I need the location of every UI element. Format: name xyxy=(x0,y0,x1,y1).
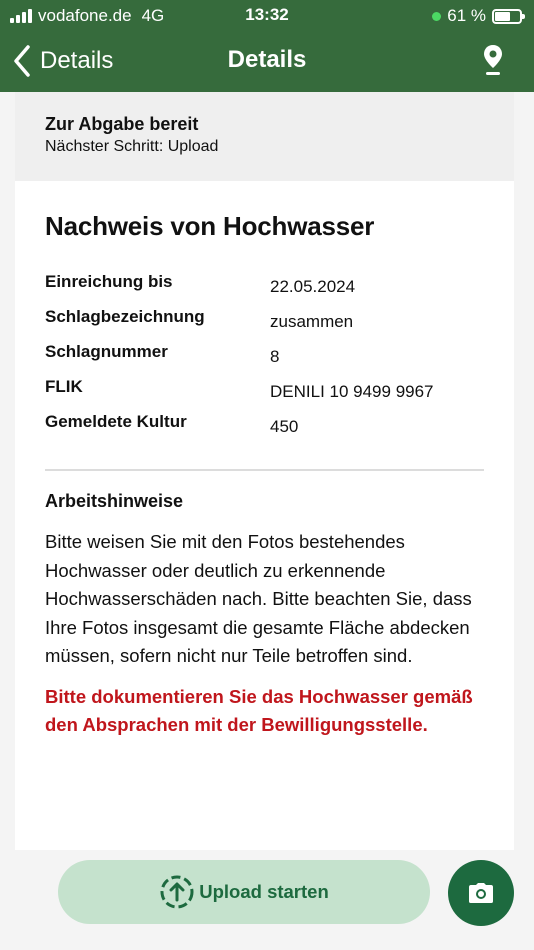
field-label: Schlagbezeichnung xyxy=(45,307,205,326)
warning-text: Bitte dokumentieren Sie das Hochwasser g… xyxy=(45,685,473,736)
status-bar: vodafone.de 4G 13:32 61 % xyxy=(0,0,534,32)
field-row: Schlagbezeichnung zusammen xyxy=(45,307,484,342)
field-row: Gemeldete Kultur 450 xyxy=(45,412,484,447)
field-value: 22.05.2024 xyxy=(270,277,356,296)
field-label: Gemeldete Kultur xyxy=(45,412,187,431)
task-section: Nachweis von Hochwasser Einreichung bis … xyxy=(15,181,514,740)
task-fields: Einreichung bis 22.05.2024 Schlagbezeich… xyxy=(45,272,484,447)
instructions-heading: Arbeitshinweise xyxy=(45,491,184,511)
location-pin-icon xyxy=(484,45,502,75)
battery-fill xyxy=(495,11,510,21)
nav-bar: Details Details xyxy=(0,32,534,92)
field-label: Schlagnummer xyxy=(45,342,168,361)
field-row: FLIK DENILI 10 9499 9967 xyxy=(45,377,484,412)
task-title: Nachweis von Hochwasser xyxy=(45,211,375,241)
status-right: 61 % xyxy=(432,6,525,26)
camera-icon xyxy=(469,883,493,903)
location-indicator-icon xyxy=(432,11,442,21)
field-label: Einreichung bis xyxy=(45,272,173,291)
upload-arrow-icon xyxy=(160,875,194,909)
field-row: Einreichung bis 22.05.2024 xyxy=(45,272,484,307)
instructions-text: Bitte weisen Sie mit den Fotos bestehend… xyxy=(45,531,472,666)
bottom-action-bar: Upload starten xyxy=(0,850,534,950)
field-label: FLIK xyxy=(45,377,83,396)
battery-percent: 61 % xyxy=(447,6,486,25)
field-value: 450 xyxy=(270,417,299,436)
map-button[interactable] xyxy=(482,44,504,81)
field-value: DENILI 10 9499 9967 xyxy=(270,382,434,401)
status-title: Zur Abgabe bereit xyxy=(45,114,199,134)
upload-start-button[interactable]: Upload starten xyxy=(58,860,430,924)
divider xyxy=(45,469,484,471)
detail-content[interactable]: Zur Abgabe bereit Nächster Schritt: Uplo… xyxy=(15,92,514,950)
field-value: zusammen xyxy=(270,312,354,331)
status-card: Zur Abgabe bereit Nächster Schritt: Uplo… xyxy=(15,92,514,181)
battery-icon xyxy=(492,8,525,24)
status-subtitle: Nächster Schritt: Upload xyxy=(45,138,219,155)
camera-button[interactable] xyxy=(448,860,514,926)
page-title: Details xyxy=(227,46,307,73)
field-value: 8 xyxy=(270,347,280,366)
upload-button-label: Upload starten xyxy=(199,881,329,902)
field-row: Schlagnummer 8 xyxy=(45,342,484,377)
